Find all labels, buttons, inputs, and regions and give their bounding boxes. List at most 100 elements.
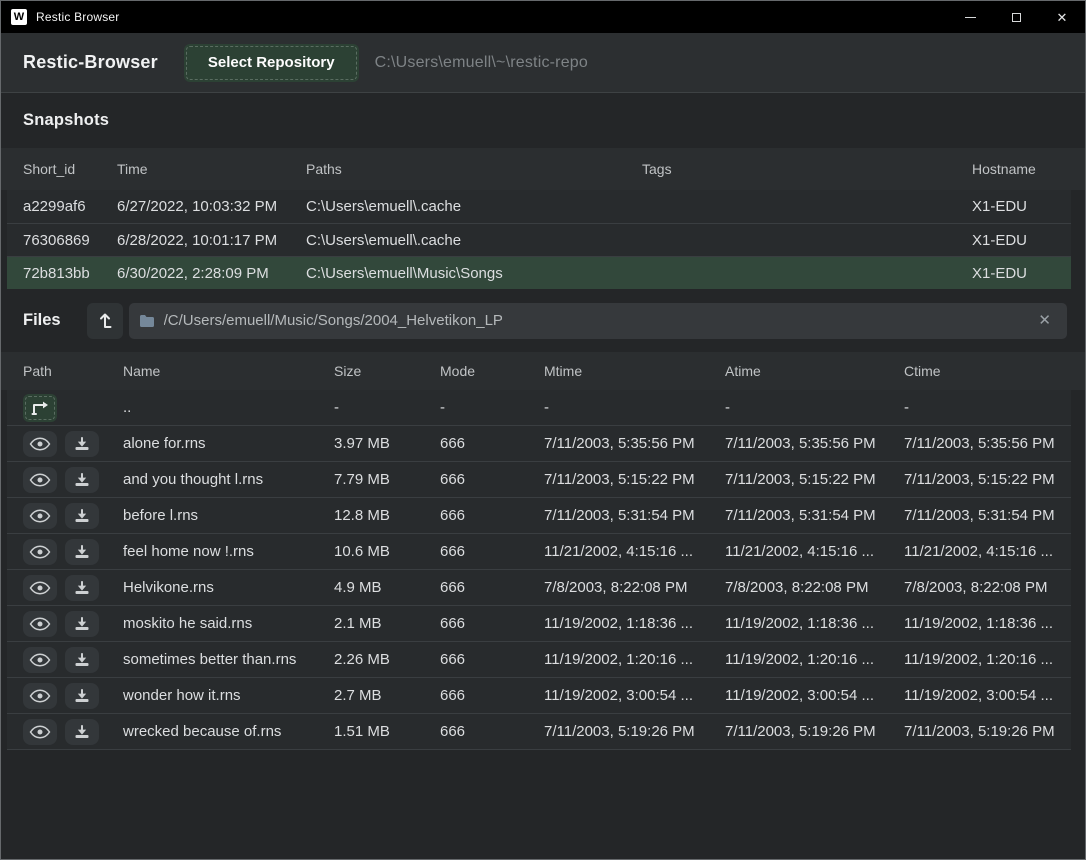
column-header-mtime: Mtime (544, 363, 725, 379)
file-row[interactable]: moskito he said.rns 2.1 MB 666 11/19/200… (7, 606, 1071, 642)
up-arrow-with-base-icon (97, 312, 113, 330)
file-mode: 666 (440, 543, 544, 560)
snapshot-hostname: X1-EDU (972, 265, 1071, 282)
file-name: Helvikone.rns (123, 579, 334, 596)
preview-file-button[interactable] (23, 431, 57, 457)
window-controls: ✕ (947, 1, 1085, 33)
preview-file-button[interactable] (23, 467, 57, 493)
window-title: Restic Browser (36, 10, 119, 24)
column-header-size: Size (334, 363, 440, 379)
current-path-bar[interactable]: /C/Users/emuell/Music/Songs/2004_Helveti… (129, 303, 1067, 339)
select-repository-button[interactable]: Select Repository (184, 44, 359, 82)
preview-file-button[interactable] (23, 647, 57, 673)
maximize-button[interactable] (993, 1, 1039, 33)
empty-area (1, 750, 1085, 859)
return-arrow-icon (29, 399, 51, 417)
download-file-button[interactable] (65, 575, 99, 601)
eye-icon (29, 689, 51, 703)
file-mtime: 11/19/2002, 1:18:36 ... (544, 615, 725, 632)
open-root-button[interactable] (87, 303, 123, 339)
file-ctime: 11/19/2002, 1:20:16 ... (904, 651, 1071, 668)
download-icon (74, 544, 90, 559)
preview-file-button[interactable] (23, 683, 57, 709)
snapshot-row[interactable]: 72b813bb 6/30/2022, 2:28:09 PM C:\Users\… (7, 256, 1071, 289)
file-row[interactable]: Helvikone.rns 4.9 MB 666 7/8/2003, 8:22:… (7, 570, 1071, 606)
file-atime: 7/11/2003, 5:19:26 PM (725, 723, 904, 740)
file-mode: 666 (440, 435, 544, 452)
parent-directory-row[interactable]: .. - - - - - (7, 390, 1071, 426)
preview-file-button[interactable] (23, 503, 57, 529)
snapshot-time: 6/28/2022, 10:01:17 PM (117, 232, 306, 249)
files-section-header: Files /C/Users/emuell/Music/Songs/2004_H… (1, 289, 1085, 352)
download-file-button[interactable] (65, 431, 99, 457)
file-row[interactable]: sometimes better than.rns 2.26 MB 666 11… (7, 642, 1071, 678)
file-ctime: 7/11/2003, 5:19:26 PM (904, 723, 1071, 740)
eye-icon (29, 545, 51, 559)
download-file-button[interactable] (65, 611, 99, 637)
snapshot-row[interactable]: 76306869 6/28/2022, 10:01:17 PM C:\Users… (7, 223, 1071, 256)
file-ctime: 11/19/2002, 3:00:54 ... (904, 687, 1071, 704)
current-path-value: /C/Users/emuell/Music/Songs/2004_Helveti… (164, 312, 1035, 329)
snapshot-row[interactable]: a2299af6 6/27/2022, 10:03:32 PM C:\Users… (7, 190, 1071, 223)
preview-file-button[interactable] (23, 611, 57, 637)
app-title: Restic-Browser (23, 52, 158, 73)
download-file-button[interactable] (65, 467, 99, 493)
file-atime: 11/19/2002, 1:18:36 ... (725, 615, 904, 632)
column-header-name: Name (123, 363, 334, 379)
preview-file-button[interactable] (23, 719, 57, 745)
download-icon (74, 652, 90, 667)
file-mtime: 7/11/2003, 5:35:56 PM (544, 435, 725, 452)
file-mode: 666 (440, 687, 544, 704)
eye-icon (29, 617, 51, 631)
snapshot-time: 6/27/2022, 10:03:32 PM (117, 198, 306, 215)
column-header-paths: Paths (306, 161, 642, 177)
file-atime: 11/19/2002, 1:20:16 ... (725, 651, 904, 668)
eye-icon (29, 581, 51, 595)
download-icon (74, 508, 90, 523)
window-titlebar: W Restic Browser ✕ (1, 1, 1085, 33)
file-mtime: 7/11/2003, 5:15:22 PM (544, 471, 725, 488)
file-mtime: 7/11/2003, 5:19:26 PM (544, 723, 725, 740)
download-file-button[interactable] (65, 719, 99, 745)
file-atime: - (725, 399, 904, 416)
snapshot-time: 6/30/2022, 2:28:09 PM (117, 265, 306, 282)
column-header-tags: Tags (642, 161, 972, 177)
file-name: .. (123, 399, 334, 416)
eye-icon (29, 437, 51, 451)
snapshots-table-header: Short_id Time Paths Tags Hostname (1, 148, 1085, 190)
file-row[interactable]: wrecked because of.rns 1.51 MB 666 7/11/… (7, 714, 1071, 750)
file-row[interactable]: feel home now !.rns 10.6 MB 666 11/21/20… (7, 534, 1071, 570)
snapshots-title: Snapshots (23, 111, 109, 130)
preview-file-button[interactable] (23, 575, 57, 601)
files-table-body: .. - - - - - alone for.rns 3.97 MB (1, 390, 1085, 750)
file-atime: 7/11/2003, 5:31:54 PM (725, 507, 904, 524)
download-icon (74, 616, 90, 631)
file-row[interactable]: wonder how it.rns 2.7 MB 666 11/19/2002,… (7, 678, 1071, 714)
file-ctime: 7/11/2003, 5:15:22 PM (904, 471, 1071, 488)
file-ctime: 11/21/2002, 4:15:16 ... (904, 543, 1071, 560)
file-row[interactable]: alone for.rns 3.97 MB 666 7/11/2003, 5:3… (7, 426, 1071, 462)
download-icon (74, 724, 90, 739)
download-file-button[interactable] (65, 503, 99, 529)
clear-path-button[interactable]: ✕ (1034, 311, 1055, 330)
folder-icon (139, 314, 155, 328)
preview-file-button[interactable] (23, 539, 57, 565)
eye-icon (29, 725, 51, 739)
minimize-button[interactable] (947, 1, 993, 33)
column-header-mode: Mode (440, 363, 544, 379)
eye-icon (29, 473, 51, 487)
file-mtime: 11/21/2002, 4:15:16 ... (544, 543, 725, 560)
download-file-button[interactable] (65, 539, 99, 565)
file-mtime: 7/11/2003, 5:31:54 PM (544, 507, 725, 524)
file-row[interactable]: before l.rns 12.8 MB 666 7/11/2003, 5:31… (7, 498, 1071, 534)
file-ctime: - (904, 399, 1071, 416)
file-size: 7.79 MB (334, 471, 440, 488)
close-button[interactable]: ✕ (1039, 1, 1085, 33)
download-file-button[interactable] (65, 647, 99, 673)
file-size: 12.8 MB (334, 507, 440, 524)
go-parent-directory-button[interactable] (23, 394, 57, 422)
file-row[interactable]: and you thought l.rns 7.79 MB 666 7/11/2… (7, 462, 1071, 498)
eye-icon (29, 509, 51, 523)
download-file-button[interactable] (65, 683, 99, 709)
app-header: Restic-Browser Select Repository C:\User… (1, 33, 1085, 93)
